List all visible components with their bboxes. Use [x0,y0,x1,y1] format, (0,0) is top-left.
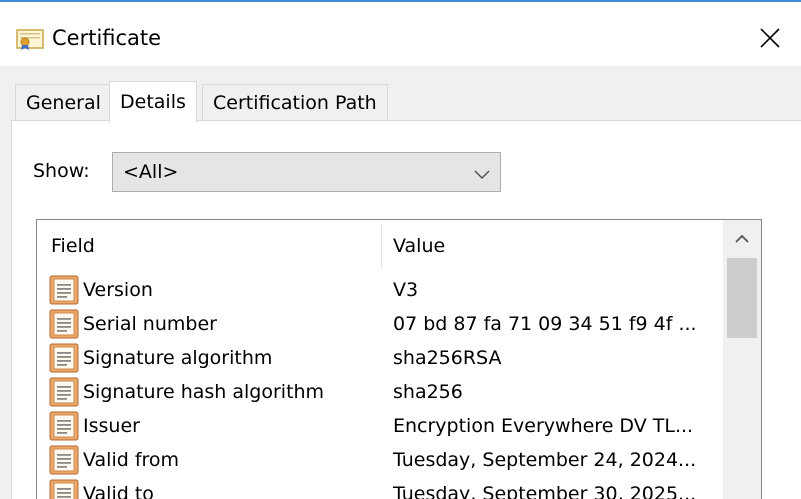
field-icon [49,479,79,499]
show-dropdown-value: <All> [123,161,179,183]
chevron-down-icon [474,166,490,180]
row-field: Valid from [83,449,180,471]
row-value: Tuesday, September 30, 2025... [393,483,697,499]
row-field: Signature hash algorithm [83,381,325,403]
field-icon [49,275,79,305]
row-value: Encryption Everywhere DV TL... [393,415,694,437]
tab-details[interactable]: Details [109,81,197,123]
tab-certification-path[interactable]: Certification Path [202,84,388,120]
scroll-up-button[interactable] [723,220,761,258]
chevron-up-icon [735,234,749,243]
vertical-scrollbar[interactable] [723,220,761,499]
table-row[interactable]: Issuer Encryption Everywhere DV TL... [37,409,723,443]
window-title: Certificate [52,26,162,50]
field-icon [49,377,79,407]
close-button[interactable] [752,20,788,56]
scroll-thumb[interactable] [727,258,757,338]
row-field: Valid to [83,483,154,499]
fields-list[interactable]: Field Value Version V3 Serial number 07 bd … [36,219,762,499]
field-icon [49,445,79,475]
column-header-value[interactable]: Value [393,220,445,272]
field-icon [49,411,79,441]
row-field: Signature algorithm [83,347,273,369]
tab-general[interactable]: General [15,84,112,120]
table-row[interactable]: Signature algorithm sha256RSA [37,341,723,375]
show-label: Show: [33,160,90,182]
row-value: sha256RSA [393,347,502,369]
close-icon [760,28,780,48]
column-header-field[interactable]: Field [51,220,95,272]
show-dropdown[interactable]: <All> [112,152,501,192]
table-row[interactable]: Version V3 [37,273,723,307]
table-row[interactable]: Valid to Tuesday, September 30, 2025... [37,477,723,499]
field-icon [49,309,79,339]
row-field: Issuer [83,415,140,437]
field-icon [49,343,79,373]
row-value: Tuesday, September 24, 2024... [393,449,697,471]
row-value: V3 [393,279,419,301]
table-row[interactable]: Valid from Tuesday, September 24, 2024... [37,443,723,477]
column-divider[interactable] [381,224,382,270]
row-value: 07 bd 87 fa 71 09 34 51 f9 4f ... [393,313,697,335]
certificate-icon [16,28,44,50]
row-field: Serial number [83,313,217,335]
title-bar: Certificate [0,2,801,66]
table-row[interactable]: Serial number 07 bd 87 fa 71 09 34 51 f9 … [37,307,723,341]
table-row[interactable]: Signature hash algorithm sha256 [37,375,723,409]
row-value: sha256 [393,381,463,403]
row-field: Version [83,279,153,301]
